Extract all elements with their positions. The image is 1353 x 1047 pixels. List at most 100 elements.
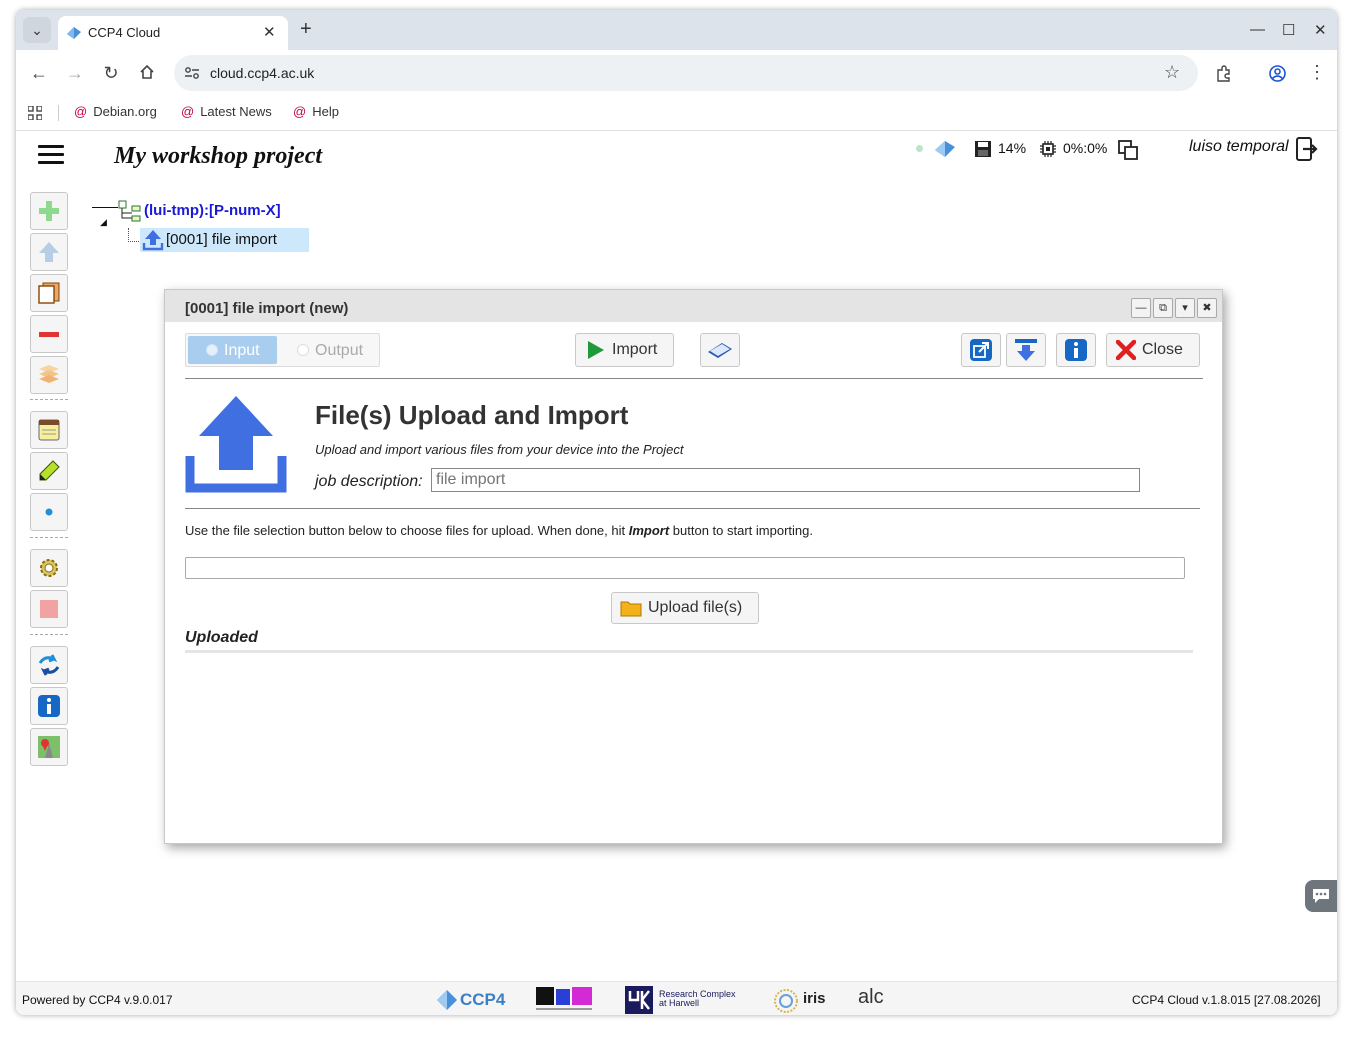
iris-logo[interactable]: iris [773,986,829,1013]
instructions-part: button to start importing. [669,523,813,538]
page-title: File(s) Upload and Import [315,400,629,430]
job-info-button[interactable] [1056,333,1096,367]
clone-icon [38,282,60,304]
tab-close-icon[interactable]: ✕ [263,23,276,41]
refresh-button[interactable] [30,646,68,684]
settings-button[interactable] [30,549,68,587]
bookmarks-separator [58,105,59,121]
tree-collapse-icon[interactable]: ◢ [100,217,107,228]
new-tab-button[interactable]: + [300,19,312,39]
download-button[interactable] [1006,333,1046,367]
logout-icon[interactable] [1296,137,1318,161]
dialog-title: [0001] file import (new) [185,300,349,317]
profile-icon[interactable] [1269,65,1286,82]
iris-logo-text: iris [803,990,826,1007]
uploaded-heading: Uploaded [185,629,258,646]
dialog-popout-button[interactable]: ⧉ [1153,298,1173,318]
hamburger-menu-icon[interactable] [38,145,64,165]
project-tree-root[interactable]: (lui-tmp):[P-num-X] [144,202,281,219]
kebab-menu-icon[interactable]: ⋮ [1308,62,1326,83]
stop-square-icon [40,600,58,618]
bookmarks-bar: @ Debian.org @ Latest News @ Help [16,96,1337,131]
window-close-icon[interactable]: ✕ [1314,21,1327,39]
ccp4-logo[interactable]: CCP4 [436,986,505,1012]
ccp4-diamond-icon [437,990,457,1010]
disk-icon [975,141,991,157]
ccp4-favicon-icon [67,27,81,39]
bookmark-help[interactable]: @ Help [293,104,339,119]
extensions-icon[interactable] [1215,65,1232,82]
highlighter-pen-icon [39,460,60,481]
tab-title: CCP4 Cloud [88,25,161,40]
upload-files-label: Upload file(s) [648,599,743,616]
site-info-icon[interactable] [184,66,200,80]
ccp4-logo-icon[interactable] [934,139,956,159]
iris-sun-icon [774,989,798,1013]
dialog-titlebar[interactable]: [0001] file import (new) — ⧉ ▾ ✖ [165,290,1222,322]
close-button[interactable]: Close [1106,333,1200,367]
radio-icon [206,344,218,356]
notes-button[interactable] [30,411,68,449]
info-button[interactable] [30,687,68,725]
dialog-close-button[interactable]: ✖ [1197,298,1217,318]
folder-icon [620,601,642,617]
research-complex-logo[interactable]: Research Complex at Harwell [625,986,741,1014]
bookmark-debian[interactable]: @ Debian.org [74,104,157,119]
browser-tab[interactable]: CCP4 Cloud ✕ [58,16,288,50]
download-icon [1015,339,1037,361]
red-x-icon [1116,340,1136,360]
documentation-button[interactable] [700,333,740,367]
layers-icon [39,365,59,383]
import-button[interactable]: Import [575,333,674,367]
minus-icon [39,332,59,337]
radio-icon [297,344,309,356]
insert-job-button[interactable] [30,233,68,271]
address-bar[interactable]: cloud.ccp4.ac.uk ☆ [174,55,1198,91]
tree-item-file-import[interactable]: [0001] file import [140,228,309,252]
tab-strip: ⌄ CCP4 Cloud ✕ + — ☐ ✕ [16,10,1337,50]
footer: Powered by CCP4 v.9.0.017 CCP4 Research … [16,981,1337,1015]
stack-jobs-button[interactable] [30,356,68,394]
view-button[interactable] [30,493,68,531]
minimize-icon[interactable]: — [1250,21,1265,38]
project-tree-icon [118,200,141,222]
bookmark-label: Debian.org [93,104,157,119]
bookmark-latest-news[interactable]: @ Latest News [181,104,272,119]
export-button[interactable] [961,333,1001,367]
home-icon[interactable] [139,64,155,80]
forward-icon[interactable]: → [65,63,85,84]
map-button[interactable] [30,728,68,766]
ukri-stfc-logo[interactable] [536,986,592,1012]
close-icon: ✖ [1202,302,1212,314]
delete-job-button[interactable] [30,315,68,353]
book-icon [708,343,732,358]
connection-status-dot [916,145,923,152]
upload-files-button[interactable]: Upload file(s) [611,592,759,624]
tab-input-label: Input [224,342,260,359]
tab-output[interactable]: Output [279,336,377,364]
maximize-icon[interactable]: ☐ [1282,21,1295,39]
dialog-collapse-button[interactable]: ▾ [1175,298,1195,318]
dialog-minimize-button[interactable]: — [1131,298,1151,318]
tab-input[interactable]: Input [188,336,277,364]
fullscreen-icon[interactable] [1118,140,1138,160]
job-description-input[interactable] [431,468,1140,492]
clone-job-button[interactable] [30,274,68,312]
alc-logo[interactable]: alc [858,986,894,1012]
user-name[interactable]: luiso temporal [1189,138,1289,156]
file-selection-bar [185,557,1185,579]
chat-widget-button[interactable] [1305,880,1337,912]
apps-grid-icon[interactable] [28,106,42,120]
bookmark-star-icon[interactable]: ☆ [1164,62,1180,83]
back-icon[interactable]: ← [29,63,49,84]
uploaded-list-divider [185,650,1193,653]
add-job-button[interactable] [30,192,68,230]
upload-large-icon [185,396,287,493]
tab-list-button[interactable]: ⌄ [23,17,51,43]
edit-button[interactable] [30,452,68,490]
app-area: My workshop project 14% 0%:0% luiso temp… [16,131,1337,1015]
stop-button[interactable] [30,590,68,628]
disk-usage: 14% [998,140,1027,156]
reload-icon[interactable]: ↻ [101,63,121,84]
instructions-emphasis: Import [628,523,670,538]
